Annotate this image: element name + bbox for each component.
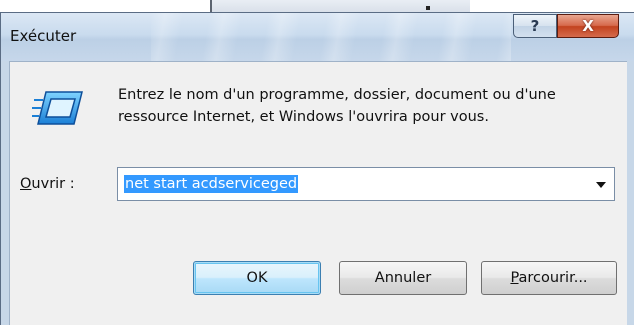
ok-button[interactable]: OK	[193, 261, 321, 295]
run-program-icon	[32, 91, 83, 125]
title-bar[interactable]: Exécuter ? X	[1, 13, 634, 61]
browse-label: arcourir...	[518, 270, 588, 286]
browse-accesskey: P	[510, 270, 519, 286]
open-combobox[interactable]: net start acdserviceged	[117, 167, 615, 201]
open-input-value[interactable]: net start acdserviceged	[124, 175, 299, 193]
run-description: Entrez le nom d'un programme, dossier, d…	[118, 87, 556, 125]
close-icon: X	[582, 17, 594, 35]
open-label: Ouvrir :	[20, 176, 75, 192]
chevron-down-icon[interactable]	[596, 182, 606, 188]
browse-button[interactable]: Parcourir...	[481, 261, 617, 295]
open-label-accesskey: O	[20, 176, 32, 192]
dialog-body: Entrez le nom d'un programme, dossier, d…	[9, 61, 627, 325]
screen: Exécuter ? X Entrez le nom d'un programm…	[0, 0, 634, 325]
help-icon: ?	[530, 17, 540, 35]
close-button[interactable]: X	[557, 14, 619, 38]
run-dialog: Exécuter ? X Entrez le nom d'un programm…	[0, 12, 634, 325]
cancel-button[interactable]: Annuler	[339, 261, 467, 295]
window-title: Exécuter	[10, 27, 77, 45]
background-window-mark	[426, 6, 430, 10]
help-button[interactable]: ?	[513, 14, 557, 38]
open-label-text: uvrir :	[31, 176, 75, 192]
